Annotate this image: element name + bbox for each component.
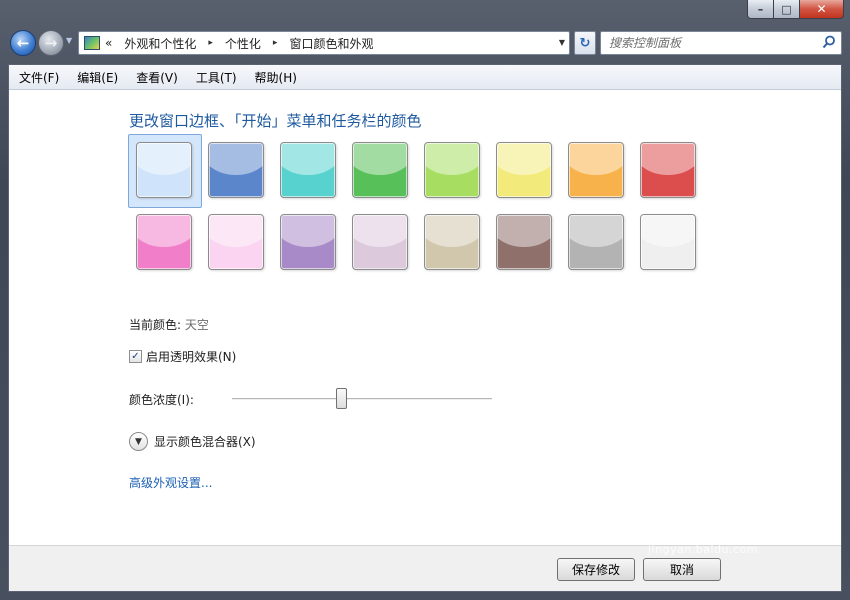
color-swatch[interactable] (568, 142, 624, 198)
search-input[interactable] (609, 33, 819, 53)
navigation-bar: ← → ▼ « 外观和个性化 ▸ 个性化 ▸ 窗口颜色和外观 ▼ ↻ (8, 28, 842, 58)
color-swatch-item[interactable] (128, 134, 202, 208)
color-swatch-item[interactable] (424, 142, 480, 198)
current-color-text: 当前颜色: 天空 (129, 316, 209, 333)
color-swatch[interactable] (496, 142, 552, 198)
recent-pages-dropdown-icon[interactable]: ▼ (66, 36, 72, 45)
color-swatch[interactable] (640, 142, 696, 198)
intensity-slider-track[interactable] (232, 398, 492, 400)
transparency-checkbox[interactable]: ✓ (129, 350, 142, 363)
color-swatch[interactable] (208, 142, 264, 198)
color-swatch-item[interactable] (496, 142, 552, 198)
close-button[interactable]: ✕ (800, 0, 844, 19)
address-overflow-chevron[interactable]: « (105, 36, 112, 50)
color-swatch-item[interactable] (640, 142, 696, 198)
color-swatch-grid (128, 134, 716, 270)
color-swatch[interactable] (208, 214, 264, 270)
color-swatch-item[interactable] (208, 142, 264, 198)
breadcrumb-window-color[interactable]: 窗口颜色和外观 (289, 35, 373, 52)
color-swatch-item[interactable] (568, 142, 624, 198)
color-swatch-item[interactable] (280, 142, 336, 198)
save-changes-button[interactable]: 保存修改 (557, 558, 635, 581)
color-mixer-label[interactable]: 显示颜色混合器(X) (154, 433, 256, 450)
color-swatch[interactable] (136, 142, 192, 198)
color-swatch[interactable] (136, 214, 192, 270)
current-color-label: 当前颜色: (129, 318, 182, 332)
intensity-slider-thumb[interactable] (336, 388, 348, 409)
maximize-button[interactable]: □ (774, 0, 800, 19)
color-swatch[interactable] (352, 142, 408, 198)
color-swatch[interactable] (640, 214, 696, 270)
window-color-panel: 更改窗口边框、「开始」菜单和任务栏的颜色 当前颜色: 天空 ✓ 启用透明效果(N… (9, 90, 841, 546)
menu-tools[interactable]: 工具(T) (196, 69, 237, 86)
color-swatch-item[interactable] (640, 214, 696, 270)
menu-view[interactable]: 查看(V) (136, 69, 178, 86)
color-swatch-item[interactable] (496, 214, 552, 270)
color-swatch-item[interactable] (352, 214, 408, 270)
color-swatch-item[interactable] (280, 214, 336, 270)
dialog-footer: 保存修改 取消 (9, 545, 841, 591)
client-area: 文件(F) 编辑(E) 查看(V) 工具(T) 帮助(H) 更改窗口边框、「开始… (8, 64, 842, 592)
back-button[interactable]: ← (10, 30, 36, 56)
menu-file[interactable]: 文件(F) (19, 69, 59, 86)
color-swatch[interactable] (424, 142, 480, 198)
color-swatch[interactable] (280, 214, 336, 270)
breadcrumb-personalization[interactable]: 个性化 (225, 35, 261, 52)
minimize-button[interactable]: – (747, 0, 774, 19)
color-mixer-toggle[interactable]: ▼ 显示颜色混合器(X) (129, 432, 256, 451)
menu-help[interactable]: 帮助(H) (255, 69, 297, 86)
breadcrumb-separator-icon[interactable]: ▸ (208, 38, 213, 48)
search-box (600, 31, 842, 55)
current-color-value: 天空 (184, 318, 209, 332)
menu-bar: 文件(F) 编辑(E) 查看(V) 工具(T) 帮助(H) (9, 65, 841, 90)
intensity-label: 颜色浓度(I): (129, 393, 194, 407)
chevron-down-icon[interactable]: ▼ (129, 432, 148, 451)
transparency-option[interactable]: ✓ 启用透明效果(N) (129, 348, 236, 365)
color-swatch[interactable] (280, 142, 336, 198)
address-dropdown-icon[interactable]: ▼ (559, 38, 565, 47)
cancel-button[interactable]: 取消 (643, 558, 721, 581)
color-swatch[interactable] (352, 214, 408, 270)
advanced-appearance-link[interactable]: 高级外观设置... (129, 474, 212, 491)
color-swatch[interactable] (568, 214, 624, 270)
color-swatch-item[interactable] (136, 214, 192, 270)
color-swatch-item[interactable] (352, 142, 408, 198)
refresh-button[interactable]: ↻ (574, 31, 596, 55)
color-swatch-item[interactable] (424, 214, 480, 270)
menu-edit[interactable]: 编辑(E) (77, 69, 118, 86)
window-frame: – □ ✕ ← → ▼ « 外观和个性化 ▸ 个性化 ▸ 窗口颜色和外观 ▼ ↻ (0, 0, 850, 600)
forward-button[interactable]: → (38, 30, 64, 56)
address-bar[interactable]: « 外观和个性化 ▸ 个性化 ▸ 窗口颜色和外观 ▼ (78, 31, 570, 55)
color-swatch-item[interactable] (208, 214, 264, 270)
breadcrumb-appearance[interactable]: 外观和个性化 (124, 35, 196, 52)
page-title: 更改窗口边框、「开始」菜单和任务栏的颜色 (129, 112, 422, 130)
breadcrumb-separator-icon[interactable]: ▸ (273, 38, 278, 48)
search-icon[interactable] (822, 35, 836, 49)
color-swatch[interactable] (424, 214, 480, 270)
caption-buttons: – □ ✕ (747, 0, 844, 19)
color-swatch[interactable] (496, 214, 552, 270)
control-panel-icon (84, 36, 100, 50)
transparency-label[interactable]: 启用透明效果(N) (146, 348, 236, 365)
color-swatch-item[interactable] (568, 214, 624, 270)
